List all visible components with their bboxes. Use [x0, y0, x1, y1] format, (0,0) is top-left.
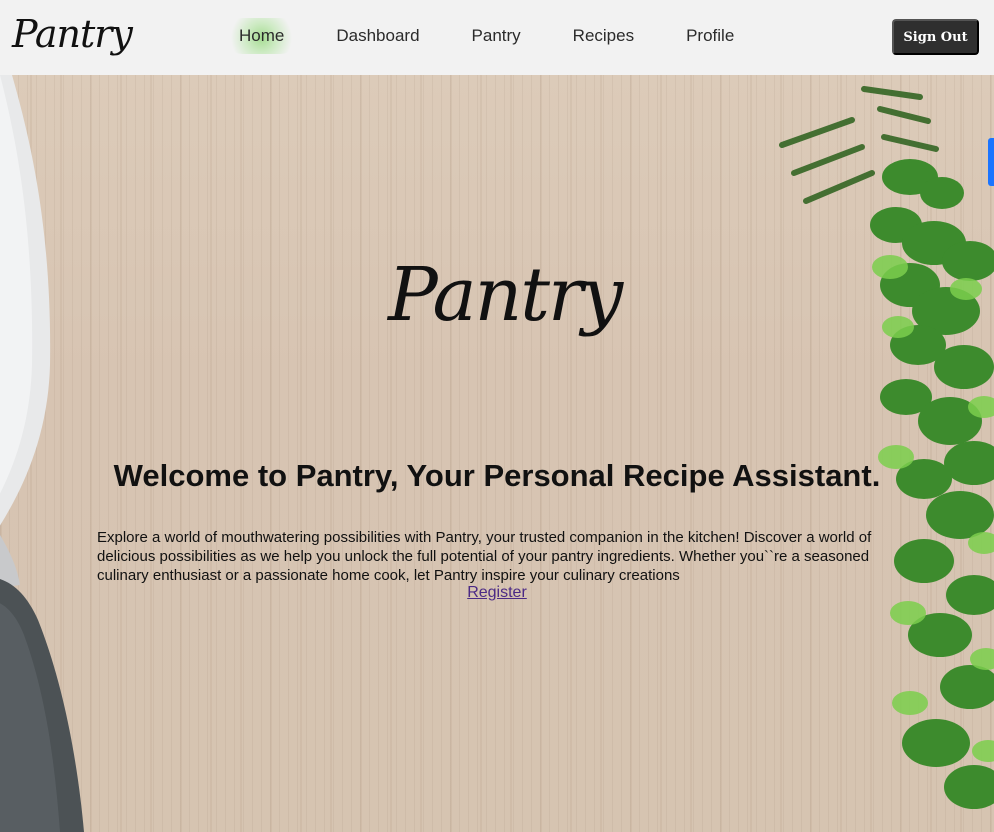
brand-logo[interactable]: Pantry [12, 10, 133, 58]
herbs-image [779, 86, 994, 809]
hero-brand-logo: Pantry [388, 252, 623, 338]
right-edge-tab[interactable] [988, 138, 994, 186]
top-navigation-bar: Pantry Home Dashboard Pantry Recipes Pro… [0, 0, 994, 75]
nav-recipes[interactable]: Recipes [558, 18, 649, 54]
nav-dashboard[interactable]: Dashboard [321, 18, 434, 54]
nav-profile[interactable]: Profile [671, 18, 749, 54]
hero-description: Explore a world of mouthwatering possibi… [97, 529, 872, 584]
knife-image [0, 75, 84, 832]
sign-out-button[interactable]: Sign Out [892, 19, 979, 55]
hero-section [0, 75, 994, 832]
nav-home[interactable]: Home [224, 18, 300, 54]
primary-nav: Home Dashboard Pantry Recipes Profile [224, 18, 771, 54]
register-link[interactable]: Register [0, 584, 994, 602]
nav-pantry[interactable]: Pantry [457, 18, 536, 54]
hero-title: Welcome to Pantry, Your Personal Recipe … [113, 457, 881, 493]
